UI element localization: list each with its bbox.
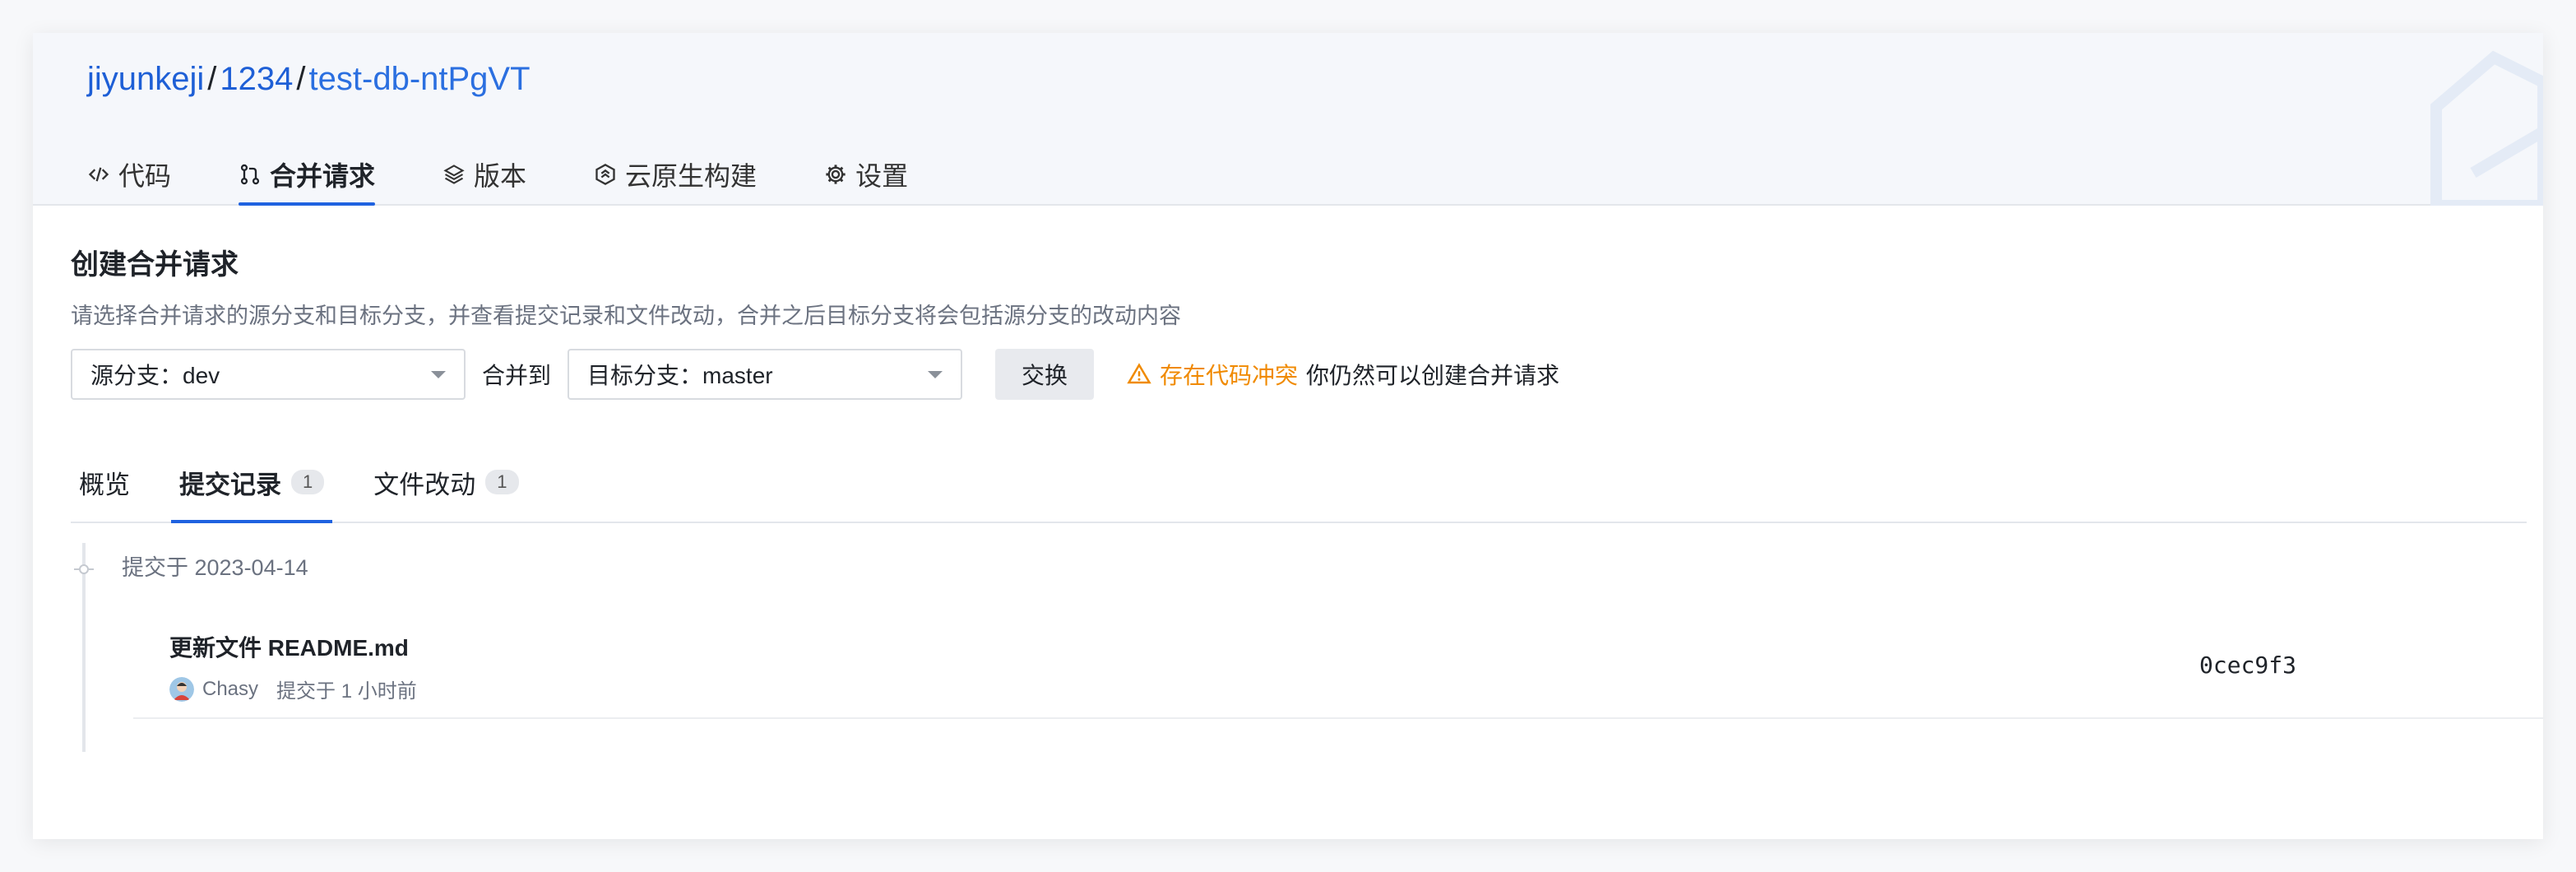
commit-author[interactable]: Chasy [202,678,258,701]
repo-nav: 代码 合并请求 版本 云原生构建 设置 [87,143,975,206]
layers-icon [443,165,465,184]
merge-to-label: 合并到 [482,363,552,388]
nav-item-build[interactable]: 云原生构建 [594,143,757,206]
breadcrumb: jiyunkeji / 1234 / test-db-ntPgVT [87,61,530,98]
chevron-down-icon [431,370,446,378]
build-icon [595,163,615,186]
target-branch-select[interactable]: 目标分支：master [568,349,963,400]
header-decoration [2430,50,2543,206]
source-branch-select[interactable]: 源分支：dev [71,349,466,400]
commit-title[interactable]: 更新文件 README.md [169,630,409,663]
repo-header: jiyunkeji / 1234 / test-db-ntPgVT 代码 合并请… [33,33,2543,206]
commit-row: 更新文件 README.md Chasy 提交于 1 小时前 0cec9f3 [133,609,2543,719]
commit-meta: Chasy 提交于 1 小时前 [169,675,417,703]
commit-date-header: 提交于 2023-04-14 [122,555,308,580]
tab-label: 文件改动 [373,470,476,499]
breadcrumb-separator: / [296,61,306,97]
chevron-down-icon [928,370,943,378]
conflict-text: 存在代码冲突 [1160,363,1299,388]
breadcrumb-separator: / [207,61,217,97]
target-branch-value: 目标分支：master [587,363,773,388]
nav-item-label: 版本 [474,161,527,191]
avatar [169,676,194,702]
breadcrumb-org[interactable]: jiyunkeji [87,61,204,98]
tab-commits[interactable]: 提交记录 1 [171,443,333,523]
page-description: 请选择合并请求的源分支和目标分支，并查看提交记录和文件改动，合并之后目标分支将会… [71,304,1181,328]
nav-item-releases[interactable]: 版本 [442,143,526,206]
branch-controls: 源分支：dev 合并到 目标分支：master 交换 存在代码冲突 你仍然可以创… [71,349,1559,400]
swap-button[interactable]: 交换 [995,349,1095,400]
commit-time: 提交于 1 小时前 [276,680,417,703]
conflict-note: 你仍然可以创建合并请求 [1306,363,1560,388]
commit-sha[interactable]: 0cec9f3 [2199,652,2296,679]
nav-item-settings[interactable]: 设置 [824,143,908,206]
nav-item-merge-requests[interactable]: 合并请求 [239,143,376,206]
nav-item-code[interactable]: 代码 [87,143,171,206]
nav-item-label: 合并请求 [270,161,376,191]
breadcrumb-repo[interactable]: test-db-ntPgVT [309,61,530,98]
page-title: 创建合并请求 [71,249,239,281]
code-icon [88,167,109,182]
tab-label: 概览 [79,470,130,499]
merge-request-icon [240,164,260,185]
nav-item-label: 设置 [855,161,909,191]
gear-icon [826,165,846,184]
warning-icon [1127,363,1151,384]
nav-item-label: 云原生构建 [625,161,758,191]
tab-count-badge: 1 [291,470,325,494]
browse-code-button[interactable] [2541,652,2543,680]
source-branch-value: 源分支：dev [90,363,220,388]
tab-count-badge: 1 [485,470,519,494]
breadcrumb-group[interactable]: 1234 [220,61,293,98]
tab-overview[interactable]: 概览 [71,443,138,522]
tab-label: 提交记录 [179,470,281,499]
mr-tabs: 概览 提交记录 1 文件改动 1 [71,444,2527,523]
nav-item-label: 代码 [118,161,172,191]
tab-file-changes[interactable]: 文件改动 1 [365,443,526,522]
commit-node-icon [74,564,94,574]
conflict-warning: 存在代码冲突 你仍然可以创建合并请求 [1127,358,1559,391]
main-card: jiyunkeji / 1234 / test-db-ntPgVT 代码 合并请… [33,33,2543,839]
